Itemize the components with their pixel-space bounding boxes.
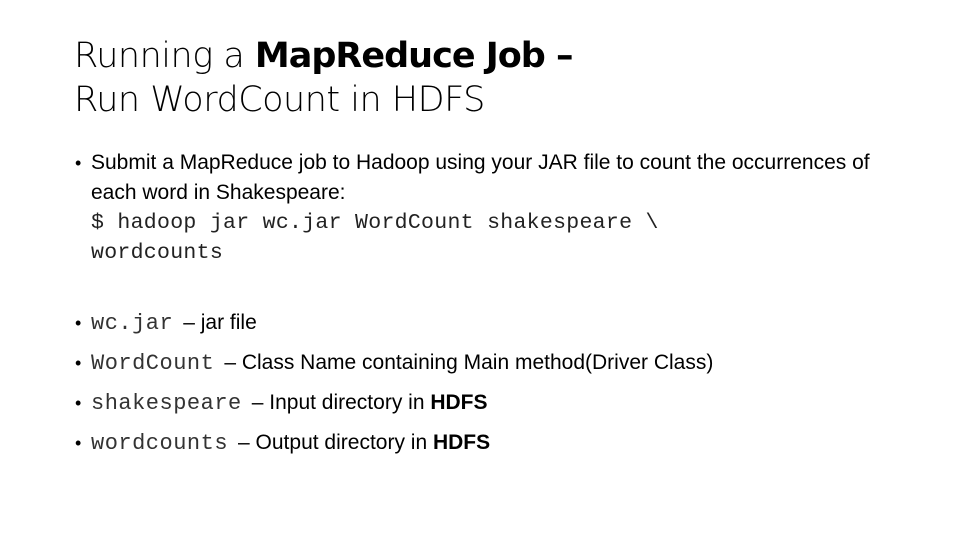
list-item: • wordcounts – Output directory in HDFS [74, 428, 914, 468]
item-term: wordcounts [91, 431, 229, 456]
bullet-icon: • [75, 313, 82, 333]
bullet-icon: • [75, 153, 82, 173]
slide: Running a MapReduce Job – Run WordCount … [0, 0, 960, 540]
title-line-1: Running a MapReduce Job – [74, 34, 894, 78]
bullet-icon: • [75, 393, 82, 413]
title-line-2: Run WordCount in HDFS [74, 80, 485, 120]
title-prefix: Running a [74, 36, 255, 76]
argument-list: • wc.jar – jar file • WordCount – Class Na… [74, 308, 914, 468]
title-bold: MapReduce Job – [254, 36, 574, 76]
item-term: WordCount [91, 351, 215, 376]
item-bold-suffix: HDFS [430, 391, 488, 414]
intro-bullet: • Submit a MapReduce job to Hadoop using… [74, 148, 894, 268]
item-description: – Output directory in [238, 431, 433, 454]
intro-section: • Submit a MapReduce job to Hadoop using… [74, 148, 894, 268]
command-line-1: $ hadoop jar wc.jar WordCount shakespear… [91, 211, 659, 235]
slide-title: Running a MapReduce Job – Run WordCount … [74, 34, 894, 122]
item-bold-suffix: HDFS [432, 431, 491, 454]
list-item: • WordCount – Class Name containing Main … [74, 348, 914, 388]
item-description: – Input directory in [251, 391, 431, 414]
command-line-2: wordcounts [91, 241, 224, 265]
item-term: shakespeare [91, 391, 242, 416]
intro-text: Submit a MapReduce job to Hadoop using y… [91, 151, 870, 204]
item-description: – Class Name containing Main method(Driv… [224, 351, 714, 374]
item-description: – jar file [183, 311, 257, 334]
bullet-icon: • [75, 433, 82, 453]
list-item: • shakespeare – Input directory in HDFS [74, 388, 914, 428]
item-term: wc.jar [91, 311, 174, 336]
bullet-icon: • [75, 353, 82, 373]
list-item: • wc.jar – jar file [74, 308, 914, 348]
